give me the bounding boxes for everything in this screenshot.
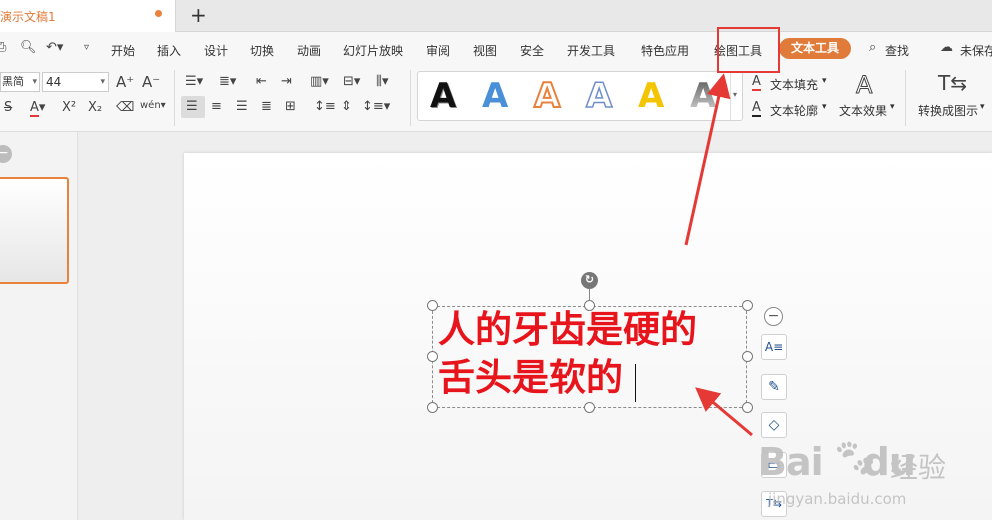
- text-style-blue[interactable]: A: [482, 76, 508, 116]
- convert-diagram-button[interactable]: 转换成图示: [918, 102, 978, 119]
- ribbon-divider: [174, 70, 175, 126]
- text-style-orange-outline[interactable]: A: [533, 75, 561, 117]
- chevron-down-icon[interactable]: ▾: [822, 76, 827, 86]
- text-line-1[interactable]: 人的牙齿是硬的: [438, 308, 697, 352]
- menu-transition[interactable]: 切换: [250, 42, 274, 59]
- font-size-select[interactable]: 44 ▾: [42, 72, 109, 92]
- font-color-icon[interactable]: A▾: [30, 100, 45, 117]
- menu-design[interactable]: 设计: [204, 42, 228, 59]
- fill-bucket-icon[interactable]: ◇: [761, 412, 787, 438]
- line-spacing-icon[interactable]: ↕≡: [314, 99, 336, 115]
- resize-handle-right[interactable]: [742, 351, 753, 362]
- undo-icon[interactable]: ↶▾: [46, 40, 63, 55]
- resize-handle-bottom[interactable]: [584, 402, 595, 413]
- annotation-highlight-box: [717, 27, 780, 73]
- chevron-down-icon: ▾: [32, 77, 37, 87]
- new-tab-button[interactable]: +: [190, 4, 207, 26]
- menu-search[interactable]: 查找: [885, 42, 909, 59]
- decrease-font-icon[interactable]: A⁻: [142, 74, 160, 90]
- justify-icon[interactable]: ≣: [261, 99, 272, 115]
- text-outline-button[interactable]: 文本轮廓: [770, 102, 818, 119]
- strikethrough-icon[interactable]: S: [4, 100, 12, 116]
- gallery-more-button[interactable]: ▾: [730, 72, 742, 120]
- menu-special[interactable]: 特色应用: [641, 42, 689, 59]
- bullet-list-icon[interactable]: ☰▾: [185, 74, 203, 90]
- document-tab-title: 演示文稿1: [0, 10, 56, 24]
- pen-icon[interactable]: ✎: [761, 374, 787, 400]
- text-style-blue-outline[interactable]: A: [585, 75, 613, 117]
- resize-handle-top-left[interactable]: [427, 300, 438, 311]
- font-size-value: 44: [46, 75, 62, 89]
- watermark-text: 经验: [890, 451, 947, 484]
- text-effect-button[interactable]: 文本效果: [839, 102, 887, 119]
- text-style-yellow[interactable]: A: [638, 76, 664, 116]
- ribbon-divider: [410, 70, 411, 126]
- chevron-down-icon[interactable]: ▾: [980, 102, 985, 112]
- text-fill-icon[interactable]: A: [752, 74, 761, 91]
- align-right-icon[interactable]: ☰: [236, 99, 248, 115]
- menu-insert[interactable]: 插入: [157, 42, 181, 59]
- increase-font-icon[interactable]: A⁺: [116, 74, 134, 90]
- baidu-watermark: Bai du 🐾︎ 经验 jingyan.baidu.com: [758, 436, 988, 518]
- document-tab[interactable]: 演示文稿1: [0, 0, 176, 32]
- unsaved-dot-icon: [155, 10, 162, 17]
- align-left-icon[interactable]: ☰: [186, 99, 198, 115]
- search-icon[interactable]: ⌕: [869, 40, 876, 55]
- align-center-icon[interactable]: ≡: [211, 99, 222, 115]
- subscript-icon[interactable]: X₂: [88, 100, 102, 116]
- menu-review[interactable]: 审阅: [426, 42, 450, 59]
- text-caret: [635, 364, 636, 402]
- numbered-list-icon[interactable]: ≣▾: [219, 74, 236, 90]
- align-text-icon[interactable]: ⫼▾: [376, 74, 389, 90]
- collapse-float-toolbar-button[interactable]: −: [764, 307, 783, 326]
- columns-icon[interactable]: ▥▾: [310, 74, 329, 90]
- menu-developer[interactable]: 开发工具: [567, 42, 615, 59]
- menu-view[interactable]: 视图: [473, 42, 497, 59]
- paragraph-settings-icon[interactable]: ↕≡▾: [362, 99, 390, 115]
- menu-text-tools[interactable]: 文本工具: [779, 38, 851, 59]
- resize-handle-left[interactable]: [427, 351, 438, 362]
- menu-slideshow[interactable]: 幻灯片放映: [343, 42, 403, 59]
- text-line-2[interactable]: 舌头是软的: [438, 356, 623, 400]
- chevron-down-icon: ▾: [100, 77, 105, 87]
- print-icon[interactable]: ⎙: [0, 40, 6, 55]
- watermark-url: jingyan.baidu.com: [768, 490, 907, 508]
- resize-handle-top-right[interactable]: [742, 300, 753, 311]
- font-name-value: 黑简: [2, 75, 24, 88]
- text-effect-icon[interactable]: A: [855, 72, 872, 99]
- menu-animation[interactable]: 动画: [297, 42, 321, 59]
- decrease-indent-icon[interactable]: ⇤: [256, 74, 267, 90]
- text-style-gray[interactable]: A: [690, 76, 716, 116]
- paw-icon: 🐾︎: [831, 436, 880, 480]
- tab-bar: 演示文稿1 +: [0, 0, 992, 32]
- menu-home[interactable]: 开始: [111, 42, 135, 59]
- text-style-float-icon[interactable]: A≡: [761, 334, 787, 360]
- superscript-icon[interactable]: X²: [62, 100, 76, 116]
- cloud-icon[interactable]: ☁: [940, 40, 953, 55]
- resize-handle-bottom-right[interactable]: [742, 402, 753, 413]
- rotate-handle-icon[interactable]: ↻: [581, 272, 598, 289]
- text-direction-icon[interactable]: ⊟▾: [343, 74, 360, 90]
- text-style-gallery: A A A A A A: [417, 71, 743, 121]
- text-style-black[interactable]: A: [430, 76, 456, 116]
- preview-icon[interactable]: 🔍︎: [20, 40, 37, 55]
- text-fill-button[interactable]: 文本填充: [770, 76, 818, 93]
- font-name-select[interactable]: 黑简 ▾: [0, 72, 40, 92]
- menu-security[interactable]: 安全: [520, 42, 544, 59]
- clear-format-icon[interactable]: ⌫: [116, 100, 134, 116]
- slide-thumbnail-1[interactable]: [0, 177, 69, 284]
- increase-indent-icon[interactable]: ⇥: [281, 74, 292, 90]
- customize-icon[interactable]: ▿: [84, 42, 89, 53]
- chevron-down-icon[interactable]: ▾: [822, 102, 827, 112]
- distribute-icon[interactable]: ⊞: [285, 99, 296, 115]
- unsaved-status[interactable]: 未保存: [960, 42, 992, 59]
- convert-diagram-icon[interactable]: T⇆: [938, 72, 967, 94]
- phonetic-icon[interactable]: wén▾: [140, 98, 166, 114]
- chevron-down-icon[interactable]: ▾: [890, 102, 895, 112]
- paragraph-spacing-icon[interactable]: ⇕: [341, 99, 352, 115]
- resize-handle-bottom-left[interactable]: [427, 402, 438, 413]
- ribbon-divider: [905, 70, 906, 126]
- text-outline-icon[interactable]: A: [752, 100, 761, 117]
